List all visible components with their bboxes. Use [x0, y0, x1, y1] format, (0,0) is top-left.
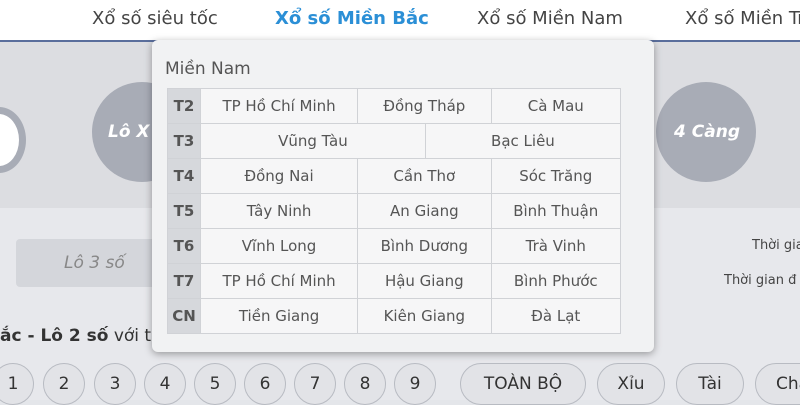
- table-row: T6 Vĩnh Long Bình Dương Trà Vinh: [167, 228, 621, 263]
- province-link[interactable]: Vũng Tàu: [200, 124, 425, 158]
- province-link[interactable]: Vĩnh Long: [200, 229, 358, 263]
- time-label: Thời gia: [752, 238, 800, 253]
- nav-item-xo-so-mien-bac[interactable]: Xổ số Miền Bắc: [275, 8, 429, 29]
- schedule-table: T2 TP Hồ Chí Minh Đồng Tháp Cà Mau T3 Vũ…: [167, 88, 621, 334]
- time-label-2: Thời gian đ: [724, 273, 797, 288]
- province-link[interactable]: Cần Thơ: [357, 159, 491, 193]
- province-link[interactable]: Bạc Liêu: [424, 124, 621, 158]
- number-label: 7: [309, 374, 321, 394]
- number-label: 2: [58, 374, 70, 394]
- table-row: T3 Vũng Tàu Bạc Liêu: [167, 123, 621, 158]
- province-link[interactable]: Trà Vinh: [490, 229, 621, 263]
- top-nav: Xổ số siêu tốc Xổ số Miền Bắc Xổ số Miền…: [0, 0, 800, 42]
- table-row: T4 Đồng Nai Cần Thơ Sóc Trăng: [167, 158, 621, 193]
- province-link[interactable]: Tiền Giang: [200, 299, 358, 333]
- bet-title: ắc - Lô 2 số với t: [0, 326, 151, 346]
- game-circle-lo-label: Lô X: [108, 122, 150, 142]
- option-label: Xỉu: [617, 374, 645, 394]
- number-label: 6: [259, 374, 271, 394]
- province-link[interactable]: TP Hồ Chí Minh: [200, 89, 358, 123]
- dropdown-title: Miền Nam: [165, 59, 251, 79]
- province-link[interactable]: TP Hồ Chí Minh: [200, 264, 358, 298]
- game-circle-4-cang-label: 4 Càng: [674, 122, 740, 142]
- number-button-8[interactable]: 8: [344, 363, 386, 405]
- bet-title-rest: với t: [108, 326, 152, 346]
- province-link[interactable]: Cà Mau: [490, 89, 621, 123]
- option-toan-bo-button[interactable]: TOÀN BỘ: [460, 363, 586, 405]
- option-label: Tài: [698, 374, 722, 394]
- option-label: Cha: [776, 374, 800, 394]
- number-label: 3: [109, 374, 121, 394]
- number-label: 5: [209, 374, 221, 394]
- day-label: T5: [167, 194, 200, 228]
- province-link[interactable]: Tây Ninh: [200, 194, 358, 228]
- option-label: TOÀN BỘ: [483, 374, 563, 394]
- option-xiu-button[interactable]: Xỉu: [597, 363, 665, 405]
- mien-nam-dropdown: Miền Nam T2 TP Hồ Chí Minh Đồng Tháp Cà …: [152, 40, 654, 352]
- province-link[interactable]: An Giang: [357, 194, 491, 228]
- province-link[interactable]: Bình Thuận: [490, 194, 621, 228]
- day-label: T6: [167, 229, 200, 263]
- province-link[interactable]: Kiên Giang: [357, 299, 491, 333]
- game-circle-4-cang[interactable]: 4 Càng: [656, 82, 756, 182]
- province-link[interactable]: Đồng Nai: [200, 159, 358, 193]
- number-button-5[interactable]: 5: [194, 363, 236, 405]
- number-label: 4: [159, 374, 171, 394]
- number-button-3[interactable]: 3: [94, 363, 136, 405]
- table-row: T7 TP Hồ Chí Minh Hậu Giang Bình Phước: [167, 263, 621, 298]
- province-link[interactable]: Sóc Trăng: [490, 159, 621, 193]
- day-label: T4: [167, 159, 200, 193]
- day-label: T3: [167, 124, 200, 158]
- number-button-9[interactable]: 9: [394, 363, 436, 405]
- number-button-2[interactable]: 2: [43, 363, 85, 405]
- nav-item-xo-so-mien-trung[interactable]: Xổ số Miền Tr: [685, 8, 800, 29]
- option-tai-button[interactable]: Tài: [676, 363, 744, 405]
- province-link[interactable]: Bình Dương: [357, 229, 491, 263]
- province-link[interactable]: Đà Lạt: [490, 299, 621, 333]
- number-label: 8: [359, 374, 371, 394]
- bet-title-bold: ắc - Lô 2 số: [0, 326, 109, 346]
- number-button-6[interactable]: 6: [244, 363, 286, 405]
- day-label: CN: [167, 299, 200, 333]
- tab-lo-3-so-label: Lô 3 số: [64, 253, 125, 273]
- nav-item-xo-so-mien-nam[interactable]: Xổ số Miền Nam: [477, 8, 623, 29]
- province-link[interactable]: Bình Phước: [490, 264, 621, 298]
- number-button-7[interactable]: 7: [294, 363, 336, 405]
- day-label: T7: [167, 264, 200, 298]
- province-link[interactable]: Đồng Tháp: [357, 89, 491, 123]
- nav-item-xo-so-sieu-toc[interactable]: Xổ số siêu tốc: [92, 8, 218, 29]
- table-row: T5 Tây Ninh An Giang Bình Thuận: [167, 193, 621, 228]
- tab-lo-3-so[interactable]: Lô 3 số: [16, 239, 166, 287]
- table-row: CN Tiền Giang Kiên Giang Đà Lạt: [167, 298, 621, 334]
- number-button-4[interactable]: 4: [144, 363, 186, 405]
- number-label: 9: [409, 374, 421, 394]
- option-chan-button[interactable]: Cha: [755, 363, 800, 405]
- province-link[interactable]: Hậu Giang: [357, 264, 491, 298]
- table-row: T2 TP Hồ Chí Minh Đồng Tháp Cà Mau: [167, 88, 621, 123]
- number-label: 1: [7, 374, 19, 394]
- day-label: T2: [167, 89, 200, 123]
